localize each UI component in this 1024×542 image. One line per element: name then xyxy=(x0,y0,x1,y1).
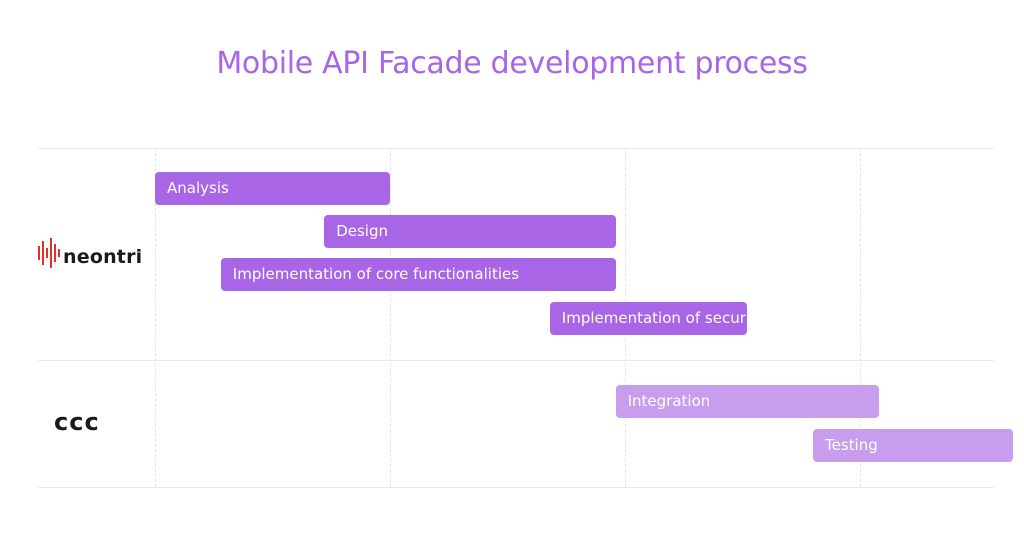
neontri-logo-text: neontri xyxy=(63,246,143,268)
neontri-logo: neontri xyxy=(38,236,142,270)
neontri-wave-icon xyxy=(38,238,60,268)
gantt-bar: Implementation of security features xyxy=(549,302,832,335)
gridline xyxy=(390,148,391,487)
chart-title: Mobile API Facade development process xyxy=(216,46,808,81)
ccc-logo: ccc xyxy=(54,408,100,436)
gantt-bar: Integration xyxy=(615,385,879,418)
group-divider-middle xyxy=(38,360,994,361)
group-divider-top xyxy=(38,148,994,149)
gantt-bar: Implementation of core functionalities xyxy=(220,258,616,291)
gantt-bar: Analysis xyxy=(155,172,390,205)
gantt-bar: Design xyxy=(324,215,616,248)
gantt-bar: Testing xyxy=(813,429,1013,462)
group-divider-bottom xyxy=(38,487,994,488)
